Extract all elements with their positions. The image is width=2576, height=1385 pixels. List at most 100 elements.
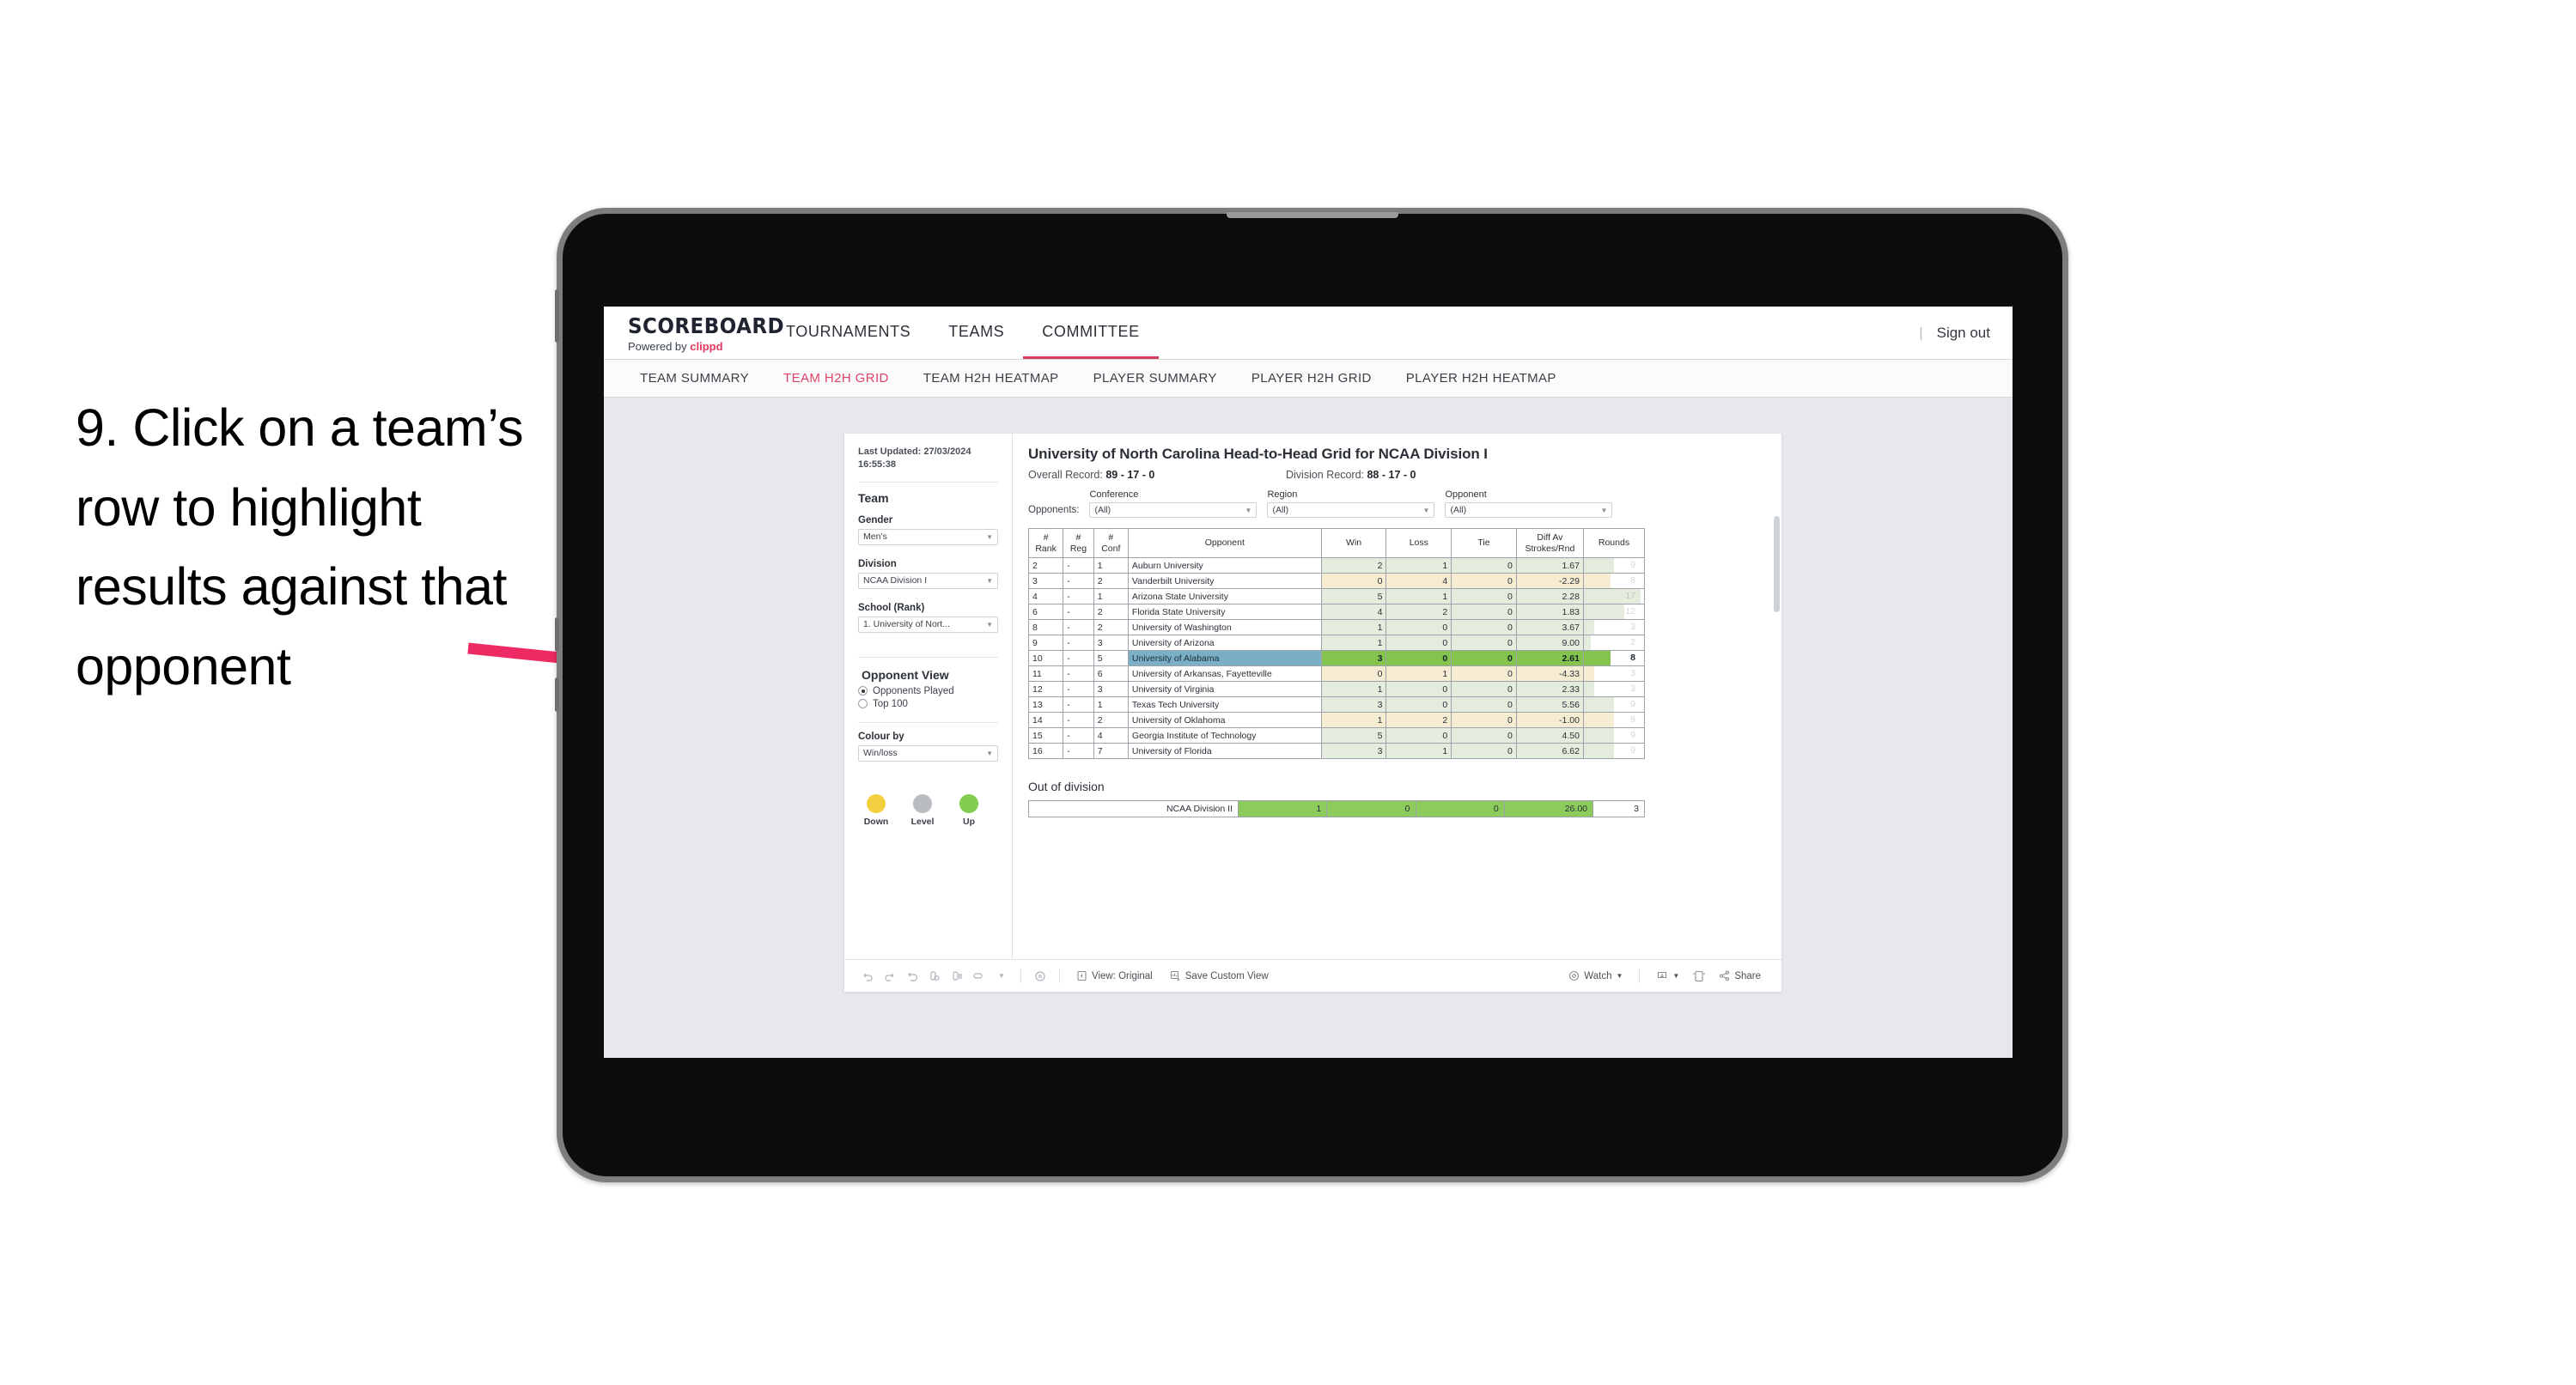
save-custom-view-button[interactable]: Save Custom View — [1161, 970, 1277, 981]
undo-icon[interactable] — [856, 967, 879, 986]
page-title: University of North Carolina Head-to-Hea… — [1028, 446, 1488, 462]
device-layout-icon[interactable] — [1688, 967, 1710, 986]
pause-auto-update-icon[interactable] — [1029, 967, 1051, 986]
view-original-button[interactable]: View: Original — [1068, 970, 1161, 981]
table-row[interactable]: 14-2 University of Oklahoma 1 2 0 -1.00 9 — [1027, 712, 1646, 728]
cell-tie: 0 — [1451, 557, 1517, 574]
cell-conf: 2 — [1093, 619, 1129, 635]
download-button[interactable]: ▼ — [1647, 970, 1688, 982]
tab-team-h2h-heatmap[interactable]: TEAM H2H HEATMAP — [906, 371, 1076, 386]
watch-button[interactable]: Watch ▼ — [1560, 970, 1631, 981]
legend-label-down: Down — [863, 816, 889, 827]
colour-by-select[interactable]: Win/loss ▼ — [858, 744, 998, 762]
cell-tie: 0 — [1451, 743, 1517, 759]
table-vertical-scrollbar[interactable] — [1774, 516, 1780, 612]
cell-reg: - — [1063, 696, 1094, 713]
tab-team-summary[interactable]: TEAM SUMMARY — [623, 371, 766, 386]
rounds-value: 9 — [1630, 699, 1635, 709]
workbook-canvas: Last Updated: 27/03/2024 16:55:38 Team G… — [604, 398, 2013, 1058]
table-row[interactable]: NCAA Division II 1 0 0 26.00 3 — [1028, 800, 1645, 817]
tab-player-h2h-grid[interactable]: PLAYER H2H GRID — [1234, 371, 1389, 386]
nav-committee[interactable]: COMMITTEE — [1023, 307, 1159, 359]
tab-team-h2h-grid[interactable]: TEAM H2H GRID — [766, 371, 906, 386]
tab-player-summary[interactable]: PLAYER SUMMARY — [1076, 371, 1234, 386]
nav-tournaments[interactable]: TOURNAMENTS — [767, 307, 929, 359]
cell-reg: - — [1063, 727, 1094, 744]
table-row[interactable]: 4-1 Arizona State University 5 1 0 2.28 17 — [1027, 588, 1646, 604]
cell-opponent: University of Florida — [1127, 743, 1322, 759]
table-row[interactable]: 10-5 University of Alabama 3 0 0 2.61 8 — [1027, 650, 1646, 666]
tablet-device-frame: SCOREBOARD Powered by clippd TOURNAMENTS… — [555, 208, 2068, 1182]
table-row[interactable]: 9-3 University of Arizona 1 0 0 9.00 2 — [1027, 635, 1646, 651]
th-rank-l1: # — [1043, 532, 1049, 544]
opponent-filters-row: Opponents: Conference (All) ▼ Region (Al… — [1028, 489, 1766, 518]
table-row[interactable]: 8-2 University of Washington 1 0 0 3.67 3 — [1027, 619, 1646, 635]
tab-player-h2h-heatmap[interactable]: PLAYER H2H HEATMAP — [1389, 371, 1574, 386]
share-button[interactable]: Share — [1710, 970, 1769, 981]
chevron-down-icon[interactable]: ▼ — [990, 967, 1013, 986]
cell-rank: 9 — [1027, 635, 1064, 651]
cell-conf: 2 — [1093, 604, 1129, 620]
top-nav-items: TOURNAMENTS TEAMS COMMITTEE — [767, 307, 1159, 359]
view-original-label: View: Original — [1092, 970, 1153, 981]
region-filter: Region (All) ▼ — [1267, 489, 1435, 518]
cell-diff: 6.62 — [1515, 743, 1584, 759]
rounds-value: 8 — [1630, 575, 1635, 586]
conference-select[interactable]: (All) ▼ — [1089, 502, 1258, 518]
table-row[interactable]: 2-1 Auburn University 2 1 0 1.67 9 — [1027, 557, 1646, 574]
colour-by-value: Win/loss — [863, 748, 898, 759]
sign-out-link[interactable]: Sign out — [1937, 325, 1990, 342]
pause-updates-icon[interactable] — [946, 967, 968, 986]
gender-select[interactable]: Men’s ▼ — [858, 528, 998, 545]
legend-item-down: Down — [860, 793, 892, 827]
slide-canvas: 9. Click on a team’s row to highlight re… — [0, 0, 2576, 1385]
table-row[interactable]: 3-2 Vanderbilt University 0 4 0 -2.29 8 — [1027, 573, 1646, 589]
division-label: Division — [858, 558, 897, 569]
table-row[interactable]: 13-1 Texas Tech University 3 0 0 5.56 9 — [1027, 696, 1646, 713]
sidebar-divider-3 — [858, 721, 998, 723]
table-row[interactable]: 16-7 University of Florida 3 1 0 6.62 9 — [1027, 743, 1646, 759]
opponent-select[interactable]: (All) ▼ — [1445, 502, 1613, 518]
tablet-screen: SCOREBOARD Powered by clippd TOURNAMENTS… — [604, 307, 2013, 1058]
overall-record-value: 89 - 17 - 0 — [1105, 469, 1155, 481]
table-row[interactable]: 11-6 University of Arkansas, Fayetteville… — [1027, 665, 1646, 682]
cell-loss: 1 — [1385, 743, 1452, 759]
radio-icon — [858, 699, 868, 709]
rounds-value: 12 — [1625, 606, 1635, 617]
th-reg-l1: # — [1075, 532, 1081, 544]
radio-opponents-played[interactable]: Opponents Played — [858, 686, 998, 696]
cell-rank: 3 — [1027, 573, 1064, 589]
table-row[interactable]: 6-2 Florida State University 4 2 0 1.83 12 — [1027, 604, 1646, 620]
radio-top-100[interactable]: Top 100 — [858, 699, 998, 709]
out-of-division-heading: Out of division — [1028, 780, 1105, 793]
cell-rank: 2 — [1027, 557, 1064, 574]
radio-opponents-played-label: Opponents Played — [873, 685, 954, 696]
region-select[interactable]: (All) ▼ — [1267, 502, 1435, 518]
cell-opponent: University of Washington — [1127, 619, 1322, 635]
table-row[interactable]: 12-3 University of Virginia 1 0 0 2.33 3 — [1027, 681, 1646, 697]
revert-icon[interactable] — [901, 967, 923, 986]
conference-label: Conference — [1089, 489, 1139, 500]
redo-icon[interactable] — [879, 967, 901, 986]
chevron-down-icon: ▼ — [1616, 972, 1623, 980]
toolbar-divider-3 — [1639, 969, 1641, 983]
ood-loss: 0 — [1326, 800, 1416, 817]
nav-teams[interactable]: TEAMS — [929, 307, 1023, 359]
th-rounds: Rounds — [1582, 528, 1646, 558]
cell-rank: 10 — [1027, 650, 1064, 666]
sidebar-divider-2 — [858, 656, 998, 658]
school-rank-select[interactable]: 1. University of Nort... ▼ — [858, 616, 998, 633]
refresh-data-icon[interactable] — [923, 967, 946, 986]
rounds-value: 3 — [1630, 668, 1635, 678]
cell-rank: 16 — [1027, 743, 1064, 759]
cell-loss: 1 — [1385, 557, 1452, 574]
cell-win: 2 — [1320, 557, 1387, 574]
ood-win: 1 — [1237, 800, 1328, 817]
presentation-mode-icon[interactable] — [968, 967, 990, 986]
cell-opponent: Vanderbilt University — [1127, 573, 1322, 589]
volume-up-button — [555, 617, 559, 652]
table-row[interactable]: 15-4 Georgia Institute of Technology 5 0 0 4.… — [1027, 727, 1646, 744]
division-select[interactable]: NCAA Division I ▼ — [858, 572, 998, 589]
legend-item-level: Level — [906, 793, 939, 827]
toolbar-divider-1 — [1020, 969, 1021, 983]
